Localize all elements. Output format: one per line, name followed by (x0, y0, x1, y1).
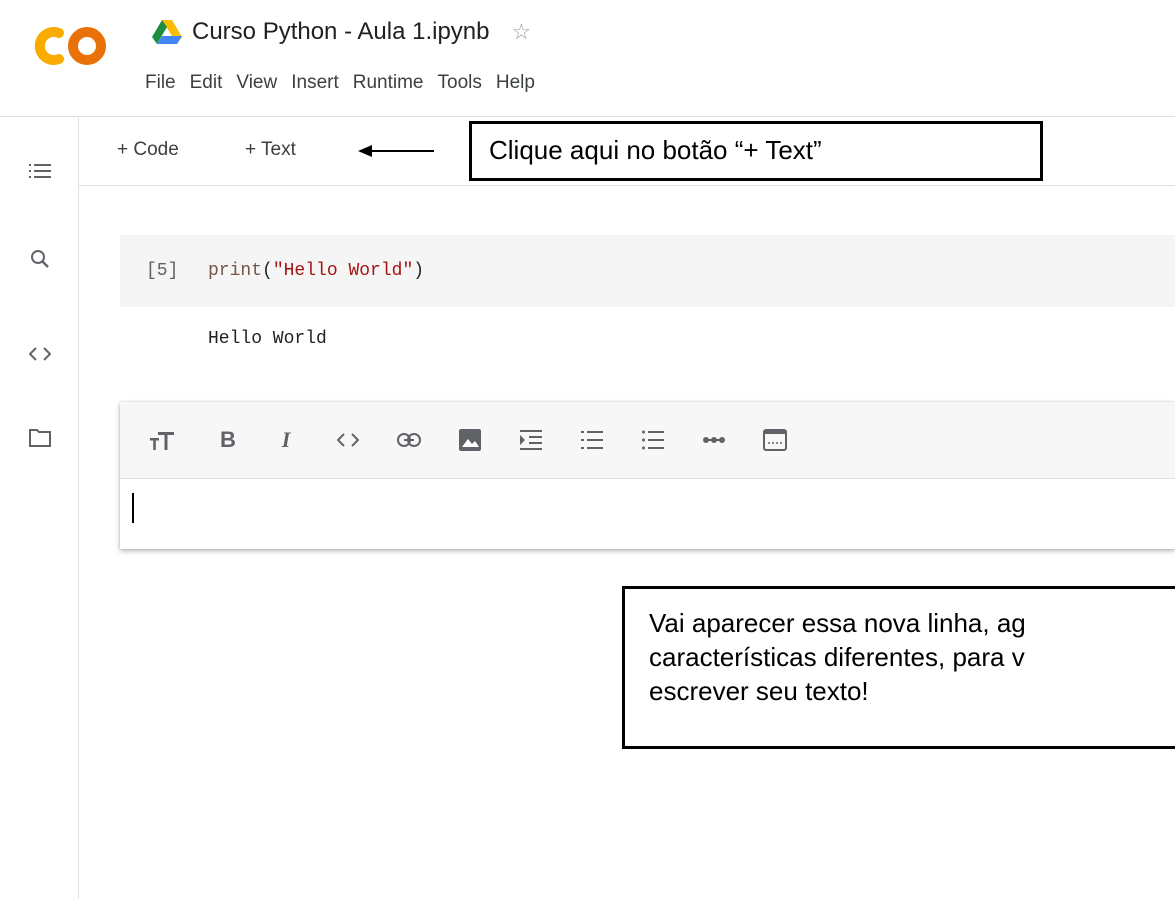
link-icon[interactable] (393, 424, 425, 456)
execution-count: [5] (146, 261, 179, 281)
add-text-button[interactable]: + Text (245, 139, 296, 161)
search-icon[interactable] (28, 247, 52, 271)
left-sidebar (0, 117, 79, 899)
code-icon[interactable] (332, 424, 364, 456)
menu-bar: File Edit View Insert Runtime Tools Help (145, 72, 549, 94)
bold-icon[interactable]: B (212, 424, 244, 456)
bulleted-list-icon[interactable] (637, 424, 669, 456)
menu-file[interactable]: File (145, 72, 176, 94)
annotation-callout-2: Vai aparecer essa nova linha, ag caracte… (622, 586, 1175, 749)
indent-icon[interactable] (515, 424, 547, 456)
menu-tools[interactable]: Tools (438, 72, 482, 94)
menu-help[interactable]: Help (496, 72, 535, 94)
horizontal-rule-icon[interactable] (698, 424, 730, 456)
arrow-icon (358, 145, 434, 157)
menu-insert[interactable]: Insert (291, 72, 339, 94)
image-icon[interactable] (454, 424, 486, 456)
menu-view[interactable]: View (236, 72, 277, 94)
code-snippets-icon[interactable] (28, 342, 52, 366)
code-string: "Hello World" (272, 261, 414, 281)
format-toolbar: B I (120, 402, 1175, 479)
menu-runtime[interactable]: Runtime (353, 72, 424, 94)
heading-icon[interactable] (146, 424, 178, 456)
colab-logo (34, 27, 106, 65)
mode-toggle-icon[interactable] (759, 424, 791, 456)
menu-edit[interactable]: Edit (190, 72, 223, 94)
table-of-contents-icon[interactable] (28, 159, 52, 183)
add-code-button[interactable]: + Code (117, 139, 179, 161)
cell-output: Hello World (208, 329, 327, 349)
italic-icon[interactable]: I (270, 424, 302, 456)
title-row: Curso Python - Aula 1.ipynb ☆ (152, 14, 531, 50)
code-cell[interactable]: [5] print("Hello World") (120, 235, 1175, 307)
code-line[interactable]: print("Hello World") (208, 261, 424, 281)
notebook-title[interactable]: Curso Python - Aula 1.ipynb (192, 18, 490, 46)
annotation-callout-1: Clique aqui no botão “+ Text” (469, 121, 1043, 181)
star-icon[interactable]: ☆ (512, 19, 532, 45)
text-cursor (132, 493, 134, 523)
text-cell[interactable]: B I (120, 402, 1175, 549)
code-function: print (208, 261, 263, 281)
numbered-list-icon[interactable] (576, 424, 608, 456)
code-close-paren: ) (413, 261, 425, 281)
files-icon[interactable] (28, 426, 52, 450)
code-open-paren: ( (262, 261, 273, 281)
drive-icon (152, 20, 182, 44)
